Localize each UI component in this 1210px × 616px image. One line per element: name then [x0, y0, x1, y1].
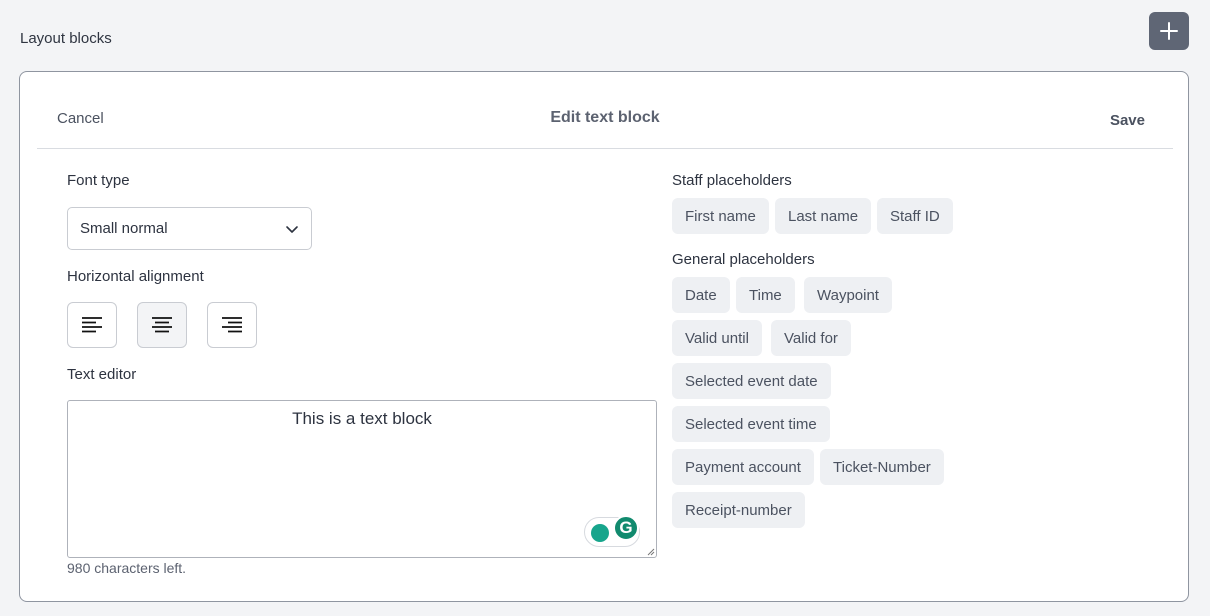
- placeholder-chip-staff-id[interactable]: Staff ID: [877, 198, 953, 234]
- add-block-button[interactable]: [1149, 12, 1189, 50]
- text-editor-textarea[interactable]: This is a text block G: [67, 400, 657, 558]
- text-editor-label: Text editor: [67, 366, 137, 383]
- align-center-icon: [152, 317, 172, 333]
- placeholder-chip-date[interactable]: Date: [672, 277, 730, 313]
- text-editor-content: This is a text block: [292, 409, 432, 428]
- placeholder-chip-payment-account[interactable]: Payment account: [672, 449, 814, 485]
- grammarly-widget[interactable]: G: [584, 515, 640, 547]
- placeholder-chip-last-name[interactable]: Last name: [775, 198, 872, 234]
- font-type-label: Font type: [67, 172, 130, 189]
- placeholder-chip-valid-for[interactable]: Valid for: [771, 320, 851, 356]
- placeholder-chip-receipt-number[interactable]: Receipt-number: [672, 492, 805, 528]
- horizontal-alignment-label: Horizontal alignment: [67, 268, 204, 285]
- resize-handle-icon[interactable]: [647, 548, 655, 556]
- chevron-down-icon: [286, 225, 298, 233]
- dialog-title: Edit text block: [550, 109, 660, 126]
- align-right-button[interactable]: [207, 302, 257, 348]
- placeholder-chip-selected-event-date[interactable]: Selected event date: [672, 363, 831, 399]
- characters-left-counter: 980 characters left.: [67, 560, 187, 576]
- placeholder-chip-selected-event-time[interactable]: Selected event time: [672, 406, 830, 442]
- grammarly-icon: G: [613, 515, 639, 541]
- placeholder-chip-first-name[interactable]: First name: [672, 198, 769, 234]
- align-center-button[interactable]: [137, 302, 187, 348]
- placeholder-chip-waypoint[interactable]: Waypoint: [804, 277, 892, 313]
- align-right-icon: [222, 317, 242, 333]
- edit-text-block-card: Cancel Edit text block Save Font type Sm…: [19, 71, 1189, 602]
- font-type-value: Small normal: [80, 220, 168, 237]
- section-title: Layout blocks: [20, 30, 112, 47]
- font-type-select[interactable]: Small normal: [67, 207, 312, 250]
- general-placeholders-label: General placeholders: [672, 251, 815, 268]
- card-header: Cancel Edit text block Save: [37, 72, 1173, 149]
- placeholder-chip-ticket-number[interactable]: Ticket-Number: [820, 449, 944, 485]
- lightbulb-icon: [591, 524, 609, 542]
- staff-placeholders-label: Staff placeholders: [672, 172, 792, 189]
- plus-icon: [1160, 22, 1178, 40]
- align-left-button[interactable]: [67, 302, 117, 348]
- placeholder-chip-valid-until[interactable]: Valid until: [672, 320, 762, 356]
- placeholder-chip-time[interactable]: Time: [736, 277, 795, 313]
- save-button[interactable]: Save: [1110, 112, 1145, 129]
- align-left-icon: [82, 317, 102, 333]
